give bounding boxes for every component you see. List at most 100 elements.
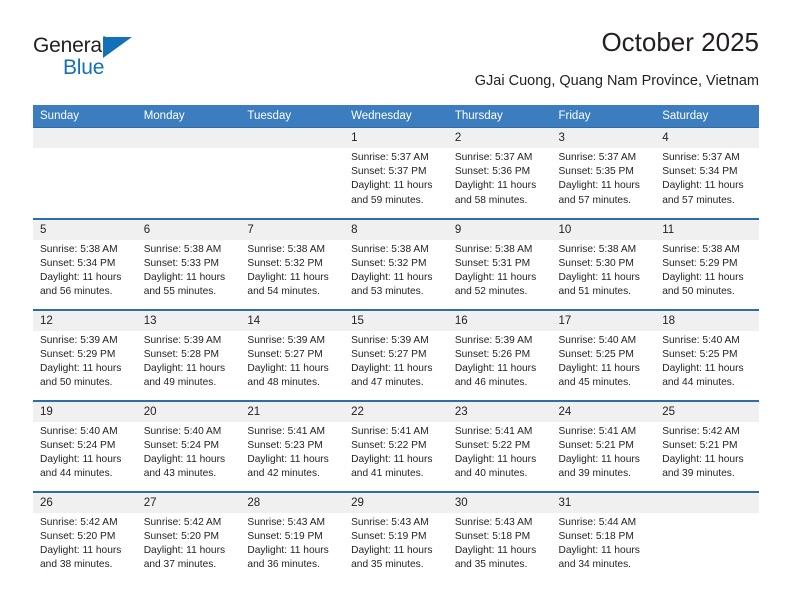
calendar-day-cell[interactable]: 19 Sunrise: 5:40 AM Sunset: 5:24 PM Dayligh… (33, 399, 137, 492)
day-daylight1-text: Daylight: 11 hours (558, 180, 640, 192)
day-number (136, 128, 241, 148)
day-sun-info: Sunrise: 5:40 AM Sunset: 5:24 PM Daylight:… (137, 422, 241, 482)
day-sun-info: Sunrise: 5:38 AM Sunset: 5:34 PM Daylight:… (33, 240, 137, 300)
day-sun-info: Sunrise: 5:37 AM Sunset: 5:36 PM Daylight:… (448, 148, 552, 208)
day-number: 10 (551, 219, 656, 240)
day-number: 3 (551, 128, 656, 148)
day-daylight2-text: and 54 minutes. (247, 286, 320, 298)
calendar-day-cell[interactable]: 14 Sunrise: 5:39 AM Sunset: 5:27 PM Dayligh… (240, 308, 345, 401)
day-daylight1-text: Daylight: 11 hours (558, 544, 640, 556)
day-sun-info: Sunrise: 5:42 AM Sunset: 5:21 PM Daylight:… (655, 422, 759, 482)
day-number (33, 128, 137, 148)
calendar-day-cell[interactable]: 13 Sunrise: 5:39 AM Sunset: 5:28 PM Dayligh… (136, 308, 241, 401)
day-sunset-text: Sunset: 5:24 PM (143, 439, 220, 451)
day-sunrise-text: Sunrise: 5:37 AM (351, 152, 429, 163)
day-number: 17 (551, 310, 656, 331)
calendar-day-cell[interactable]: 7 Sunrise: 5:38 AM Sunset: 5:32 PM Daylight… (240, 217, 345, 310)
day-sunset-text: Sunset: 5:36 PM (454, 166, 531, 178)
day-daylight2-text: and 46 minutes. (454, 377, 528, 389)
calendar-day-cell[interactable]: 16 Sunrise: 5:39 AM Sunset: 5:26 PM Dayligh… (447, 308, 552, 401)
calendar-day-cell[interactable]: 27 Sunrise: 5:42 AM Sunset: 5:20 PM Dayligh… (136, 490, 241, 583)
day-sun-info: Sunrise: 5:39 AM Sunset: 5:26 PM Daylight:… (448, 331, 552, 391)
calendar-day-cell[interactable]: 24 Sunrise: 5:41 AM Sunset: 5:21 PM Dayligh… (551, 399, 656, 492)
calendar-page: General Blue October 2025 GJai Cuong, Qu… (0, 0, 792, 612)
calendar-day-cell[interactable]: 29 Sunrise: 5:43 AM Sunset: 5:19 PM Dayligh… (344, 490, 448, 583)
calendar-day-cell[interactable]: 8 Sunrise: 5:38 AM Sunset: 5:32 PM Daylight… (344, 217, 448, 310)
day-daylight2-text: and 49 minutes. (143, 377, 217, 389)
day-sunrise-text: Sunrise: 5:38 AM (40, 243, 118, 255)
day-number: 13 (136, 310, 241, 331)
day-daylight2-text: and 43 minutes. (143, 468, 217, 480)
day-sunset-text: Sunset: 5:37 PM (351, 166, 427, 178)
day-number: 29 (344, 492, 448, 513)
calendar-day-cell[interactable]: 4 Sunrise: 5:37 AM Sunset: 5:34 PM Daylight… (655, 127, 759, 219)
calendar-day-cell[interactable]: 6 Sunrise: 5:38 AM Sunset: 5:33 PM Daylight… (136, 217, 241, 310)
weekday-header-saturday: Saturday (655, 105, 759, 128)
calendar-day-cell[interactable]: 12 Sunrise: 5:39 AM Sunset: 5:29 PM Dayligh… (33, 308, 137, 401)
day-sunset-text: Sunset: 5:19 PM (351, 530, 427, 542)
calendar-day-cell-empty (33, 127, 137, 219)
day-number: 15 (344, 310, 448, 331)
day-number: 6 (136, 219, 241, 240)
day-daylight1-text: Daylight: 11 hours (40, 362, 122, 374)
logo-text-general: General (33, 34, 107, 57)
day-number: 12 (33, 310, 137, 331)
calendar-day-cell[interactable]: 1 Sunrise: 5:37 AM Sunset: 5:37 PM Daylight… (344, 127, 448, 219)
calendar-day-cell[interactable]: 22 Sunrise: 5:41 AM Sunset: 5:22 PM Dayligh… (344, 399, 448, 492)
day-sun-info: Sunrise: 5:44 AM Sunset: 5:18 PM Daylight:… (552, 513, 656, 573)
day-number (655, 492, 759, 513)
day-sun-info: Sunrise: 5:38 AM Sunset: 5:29 PM Daylight:… (655, 240, 759, 300)
day-number: 22 (344, 401, 448, 422)
calendar-day-cell[interactable]: 28 Sunrise: 5:43 AM Sunset: 5:19 PM Dayligh… (240, 490, 345, 583)
day-sunset-text: Sunset: 5:21 PM (558, 439, 634, 451)
calendar-day-cell[interactable]: 5 Sunrise: 5:38 AM Sunset: 5:34 PM Daylight… (33, 217, 137, 310)
calendar-day-cell[interactable]: 31 Sunrise: 5:44 AM Sunset: 5:18 PM Dayligh… (551, 490, 656, 583)
day-sunset-text: Sunset: 5:32 PM (247, 257, 323, 269)
day-daylight2-text: and 38 minutes. (40, 559, 113, 571)
calendar-day-cell[interactable]: 15 Sunrise: 5:39 AM Sunset: 5:27 PM Dayligh… (344, 308, 448, 401)
day-sunrise-text: Sunrise: 5:38 AM (454, 243, 533, 255)
general-blue-logo[interactable]: General Blue (33, 34, 163, 86)
day-number: 26 (33, 492, 137, 513)
day-daylight1-text: Daylight: 11 hours (662, 271, 744, 283)
day-sunrise-text: Sunrise: 5:43 AM (454, 516, 533, 528)
calendar-day-cell[interactable]: 11 Sunrise: 5:38 AM Sunset: 5:29 PM Dayligh… (655, 217, 759, 310)
day-sun-info: Sunrise: 5:39 AM Sunset: 5:27 PM Daylight:… (240, 331, 344, 391)
day-sun-info: Sunrise: 5:38 AM Sunset: 5:30 PM Daylight:… (552, 240, 656, 300)
day-daylight2-text: and 42 minutes. (247, 468, 320, 480)
day-daylight2-text: and 57 minutes. (558, 194, 632, 206)
calendar-day-cell[interactable]: 2 Sunrise: 5:37 AM Sunset: 5:36 PM Daylight… (447, 127, 552, 219)
calendar-day-cell[interactable]: 21 Sunrise: 5:41 AM Sunset: 5:23 PM Dayligh… (240, 399, 345, 492)
calendar-day-cell[interactable]: 23 Sunrise: 5:41 AM Sunset: 5:22 PM Dayligh… (447, 399, 552, 492)
day-daylight1-text: Daylight: 11 hours (558, 362, 640, 374)
day-sun-info: Sunrise: 5:43 AM Sunset: 5:18 PM Daylight:… (448, 513, 552, 573)
day-daylight1-text: Daylight: 11 hours (351, 180, 433, 192)
day-sunrise-text: Sunrise: 5:39 AM (454, 334, 533, 346)
calendar-day-cell[interactable]: 17 Sunrise: 5:40 AM Sunset: 5:25 PM Dayligh… (551, 308, 656, 401)
day-daylight1-text: Daylight: 11 hours (351, 453, 433, 465)
calendar-day-cell[interactable]: 20 Sunrise: 5:40 AM Sunset: 5:24 PM Dayligh… (136, 399, 241, 492)
day-daylight2-text: and 55 minutes. (143, 286, 217, 298)
day-sunset-text: Sunset: 5:25 PM (558, 348, 634, 360)
day-sun-info: Sunrise: 5:38 AM Sunset: 5:33 PM Daylight:… (137, 240, 241, 300)
day-daylight2-text: and 35 minutes. (351, 559, 424, 571)
day-sun-info: Sunrise: 5:37 AM Sunset: 5:34 PM Daylight:… (655, 148, 759, 208)
day-daylight2-text: and 41 minutes. (351, 468, 424, 480)
calendar-day-cell[interactable]: 30 Sunrise: 5:43 AM Sunset: 5:18 PM Dayligh… (447, 490, 552, 583)
calendar-day-cell[interactable]: 3 Sunrise: 5:37 AM Sunset: 5:35 PM Daylight… (551, 127, 656, 219)
day-sunset-text: Sunset: 5:33 PM (143, 257, 220, 269)
calendar-day-cell[interactable]: 26 Sunrise: 5:42 AM Sunset: 5:20 PM Dayligh… (33, 490, 137, 583)
day-daylight2-text: and 53 minutes. (351, 286, 424, 298)
calendar-day-cell[interactable]: 25 Sunrise: 5:42 AM Sunset: 5:21 PM Dayligh… (655, 399, 759, 492)
day-number: 14 (240, 310, 345, 331)
calendar-day-cell[interactable]: 18 Sunrise: 5:40 AM Sunset: 5:25 PM Dayligh… (655, 308, 759, 401)
day-sun-info: Sunrise: 5:43 AM Sunset: 5:19 PM Daylight:… (240, 513, 344, 573)
calendar-header-row: Sunday Monday Tuesday Wednesday Thursday… (33, 105, 759, 128)
calendar-day-cell[interactable]: 10 Sunrise: 5:38 AM Sunset: 5:30 PM Dayligh… (551, 217, 656, 310)
day-number: 19 (33, 401, 137, 422)
day-sunset-text: Sunset: 5:30 PM (558, 257, 634, 269)
calendar-day-cell[interactable]: 9 Sunrise: 5:38 AM Sunset: 5:31 PM Daylight… (447, 217, 552, 310)
page-subtitle: GJai Cuong, Quang Nam Province, Vietnam (474, 73, 759, 89)
day-sun-info: Sunrise: 5:42 AM Sunset: 5:20 PM Daylight:… (137, 513, 241, 573)
day-daylight1-text: Daylight: 11 hours (247, 453, 329, 465)
